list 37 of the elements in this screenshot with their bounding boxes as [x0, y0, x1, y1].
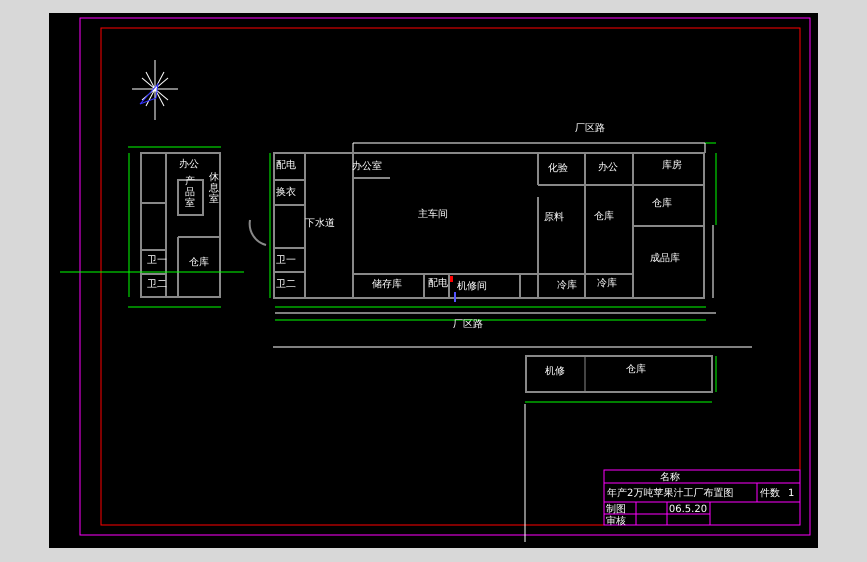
drawing-title: 年产2万吨苹果汁工厂布置图	[607, 488, 734, 499]
room-label: 配电	[428, 278, 448, 289]
room-label: 机修间	[457, 281, 487, 292]
room-label: 休息室	[209, 172, 219, 205]
title-block-text: 1	[788, 488, 794, 499]
room-label: 卫一	[276, 255, 296, 266]
room-label: 仓库	[652, 198, 672, 209]
room-label: 卫二	[147, 279, 167, 290]
room-label: 原料	[544, 212, 564, 223]
room-label: 办公	[598, 162, 618, 173]
road-label: 厂区路	[575, 123, 605, 134]
room-label: 办公室	[352, 161, 382, 172]
room-label: 冷库	[597, 278, 617, 289]
title-block-text: 名称	[660, 472, 680, 483]
room-label: 储存库	[372, 279, 402, 290]
room-label: 换衣	[276, 187, 296, 198]
room-label: 配电	[276, 160, 296, 171]
room-label: 库房	[662, 160, 682, 171]
room-label: 仓库	[594, 211, 614, 222]
room-label: 仓库	[189, 257, 209, 268]
title-block-text: 制图	[606, 504, 626, 515]
road-label: 厂区路	[453, 319, 483, 330]
room-label: 办公	[179, 159, 199, 170]
room-label: 产品室	[185, 176, 195, 209]
compass-icon	[132, 60, 178, 120]
room-label: 冷库	[557, 280, 577, 291]
room-label: 机修	[545, 366, 565, 377]
room-label: 卫二	[276, 279, 296, 290]
room-label: 卫一	[147, 255, 167, 266]
room-label: 成品库	[650, 253, 680, 264]
title-block-text: 件数	[760, 488, 780, 499]
room-label: 化验	[548, 163, 568, 174]
title-block-text: 审核	[606, 516, 626, 527]
room-label: 下水道	[305, 218, 335, 229]
room-label: 主车间	[418, 209, 448, 220]
room-label: 仓库	[626, 364, 646, 375]
title-block-text: 06.5.20	[668, 504, 708, 515]
